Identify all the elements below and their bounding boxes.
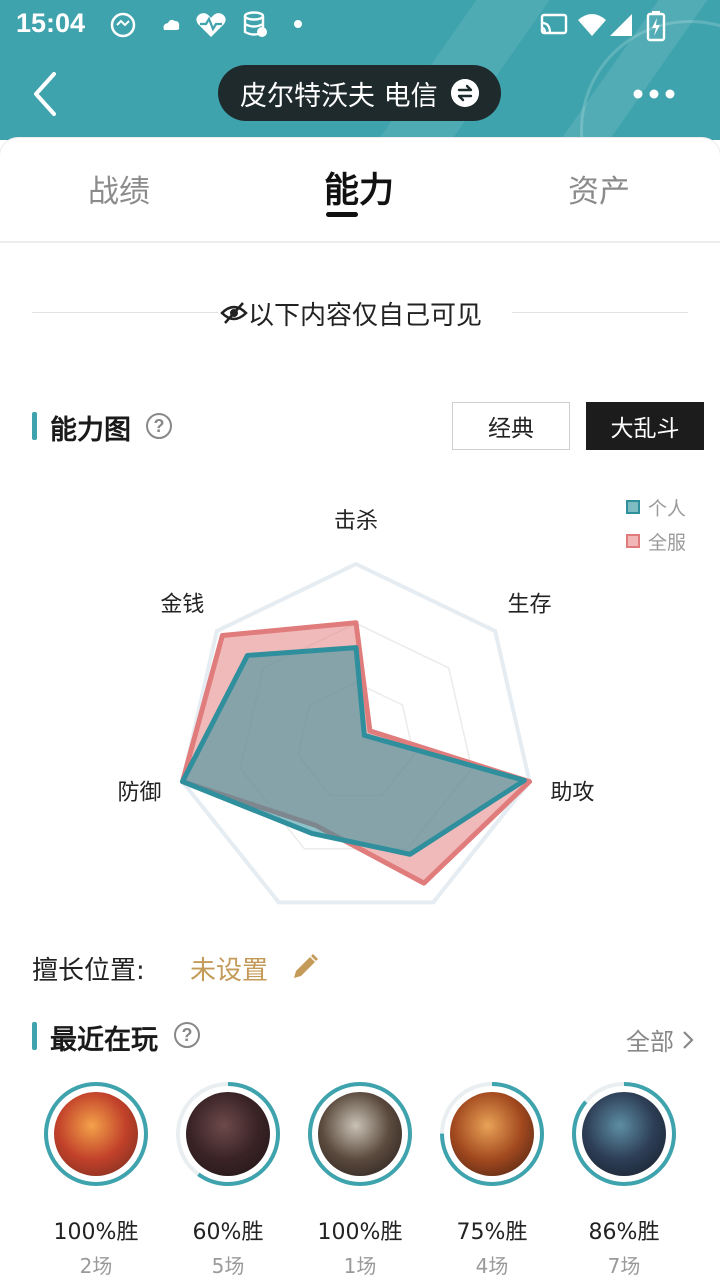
champion-games: 4场 (475, 1254, 509, 1278)
server-switch-pill[interactable]: 皮尔特沃夫 电信 (218, 65, 501, 121)
section-accent-bar (32, 1022, 37, 1050)
health-icon (196, 13, 226, 37)
cloud-icon (163, 19, 180, 30)
section-accent-bar (32, 412, 37, 440)
champion-card[interactable]: 86%胜 7场 (570, 1080, 678, 1279)
tab-record[interactable]: 战绩 (88, 166, 150, 211)
back-button[interactable] (24, 66, 68, 122)
battery-charging-icon (646, 11, 666, 42)
position-label: 擅长位置: (32, 956, 145, 986)
recent-title: 最近在玩 (50, 1025, 158, 1056)
champion-games: 2场 (79, 1254, 113, 1278)
champion-winrate-ring (570, 1080, 678, 1188)
see-all-label: 全部 (626, 1028, 674, 1056)
cast-icon (540, 13, 568, 35)
champion-winrate: 60%胜 (192, 1220, 264, 1245)
champion-avatar (450, 1092, 534, 1176)
champion-winrate-ring (306, 1080, 414, 1188)
radar-axis-label: 助攻 (550, 780, 594, 805)
page-title: 皮尔特沃夫 电信 (240, 80, 438, 112)
edit-pencil-icon[interactable] (290, 952, 320, 982)
champion-winrate: 86%胜 (588, 1220, 660, 1245)
tab-ability[interactable]: 能力 (324, 162, 394, 213)
champion-games: 1场 (343, 1254, 377, 1278)
chevron-right-icon (683, 1030, 694, 1049)
tab-bar: 战绩 能力 资产 (0, 138, 720, 242)
position-value[interactable]: 未设置 (190, 950, 268, 987)
help-icon[interactable]: ? (174, 1022, 200, 1048)
eye-hidden-icon (220, 302, 248, 324)
champion-winrate: 75%胜 (456, 1220, 528, 1245)
chart-legend: 个人 全服 (626, 490, 686, 558)
tab-active-indicator (326, 212, 358, 217)
notification-dot (294, 20, 302, 28)
champion-avatar (318, 1092, 402, 1176)
legend-swatch (626, 500, 640, 514)
mode-aram-button[interactable]: 大乱斗 (586, 402, 704, 450)
champion-winrate: 100%胜 (53, 1220, 139, 1245)
champion-card[interactable]: 75%胜 4场 (438, 1080, 546, 1279)
status-bar: 15:04 (0, 0, 720, 50)
champion-avatar (54, 1092, 138, 1176)
swap-icon (451, 79, 479, 107)
champion-avatar (186, 1092, 270, 1176)
see-all-link[interactable]: 全部 (626, 1022, 694, 1057)
champion-winrate: 100%胜 (317, 1220, 403, 1245)
privacy-notice-text: 以下内容仅自己可见 (248, 301, 483, 331)
more-options-button[interactable] (632, 84, 676, 104)
champion-games: 7场 (607, 1254, 641, 1278)
wifi-icon (578, 14, 606, 36)
champion-winrate-ring (42, 1080, 150, 1188)
radar-axis-label: 击杀 (334, 509, 378, 534)
privacy-notice: 以下内容仅自己可见 (32, 295, 688, 331)
divider (512, 312, 688, 313)
champion-card[interactable]: 60%胜 5场 (174, 1080, 282, 1279)
ability-radar-chart: 击杀生存助攻物理魔法防御金钱 (118, 509, 594, 905)
status-time: 15:04 (16, 8, 86, 38)
legend-item-server: 全服 (626, 524, 686, 558)
champion-avatar (582, 1092, 666, 1176)
champion-card[interactable]: 100%胜 2场 (42, 1080, 150, 1279)
legend-swatch (626, 534, 640, 548)
tab-assets[interactable]: 资产 (568, 166, 630, 211)
divider (32, 312, 218, 313)
legend-item-personal: 个人 (626, 490, 686, 524)
database-icon (243, 11, 267, 37)
app-notification-icon (110, 12, 136, 38)
champion-winrate-ring (438, 1080, 546, 1188)
champion-winrate-ring (174, 1080, 282, 1188)
legend-label: 全服 (648, 531, 687, 554)
mode-classic-button[interactable]: 经典 (452, 402, 570, 450)
champion-games: 5场 (211, 1254, 245, 1278)
legend-label: 个人 (648, 497, 687, 520)
radar-axis-label: 防御 (118, 780, 162, 805)
radar-axis-label: 生存 (508, 593, 552, 618)
radar-axis-label: 金钱 (160, 593, 204, 618)
signal-icon (610, 14, 632, 36)
ability-chart-title: 能力图 (50, 415, 131, 446)
champion-card[interactable]: 100%胜 1场 (306, 1080, 414, 1279)
help-icon[interactable]: ? (146, 413, 172, 439)
